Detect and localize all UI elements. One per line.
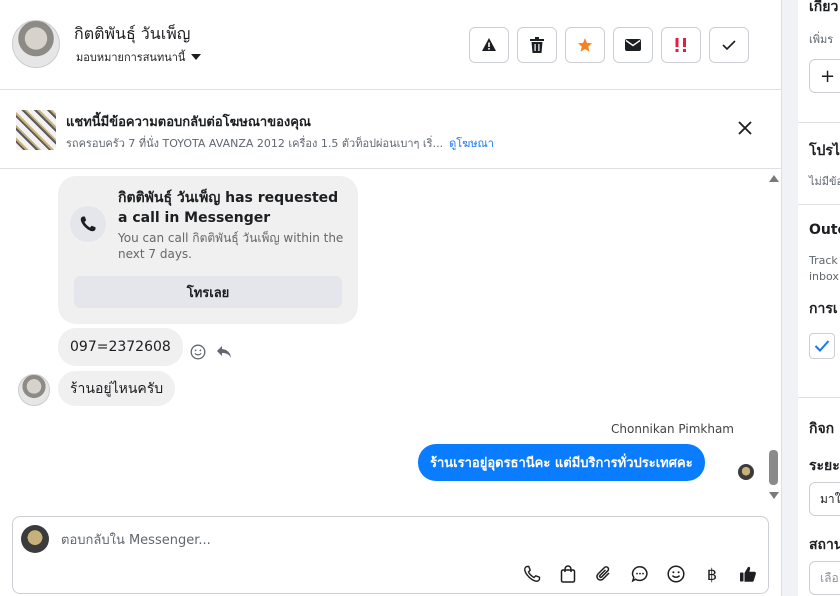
contact-avatar[interactable]	[12, 20, 60, 68]
sender-name: Chonnikan Pimkham	[611, 422, 734, 436]
profile-section-text: ไม่มีข้อ	[809, 175, 840, 188]
ad-description-text: รถครอบครัว 7 ที่นั่ง TOYOTA AVANZA 2012 …	[66, 137, 444, 150]
emoji-react-icon[interactable]	[190, 344, 206, 360]
profile-section-title: โปรไ	[809, 143, 840, 159]
star-icon	[578, 38, 592, 52]
view-ad-link[interactable]: ดูโฆษณา	[449, 137, 494, 150]
call-button[interactable]	[521, 563, 543, 585]
page-avatar	[738, 464, 754, 480]
conversation-pane: กิตติพันธุ์ วันเพ็ญ มอบหมายการสนทนานี้ แ…	[0, 0, 781, 596]
details-sidebar: เกี่ยว เพิ่มร + โปรไ ไม่มีข้อ Outc Track…	[798, 0, 840, 596]
emoji-icon	[667, 565, 685, 583]
section-divider	[798, 122, 840, 123]
contact-name[interactable]: กิตติพันธุ์ วันเพ็ญ	[74, 22, 190, 47]
page-avatar-composer	[21, 525, 49, 553]
call-request-title: กิตติพันธุ์ วันเพ็ญ has requested a call…	[118, 190, 339, 226]
message-actions	[190, 344, 232, 360]
shopping-bag-icon	[560, 565, 576, 583]
scroll-down-arrow-icon[interactable]	[769, 492, 779, 499]
check-icon	[814, 340, 830, 352]
conversation-header: กิตติพันธุ์ วันเพ็ญ มอบหมายการสนทนานี้	[0, 0, 781, 90]
flag-alert-button[interactable]	[469, 27, 509, 63]
attach-button[interactable]	[593, 563, 615, 585]
close-icon[interactable]	[735, 118, 755, 138]
outgoing-message[interactable]: ร้านเราอยู่อุดรธานีคะ แต่มีบริการทั่วประ…	[418, 444, 705, 481]
reply-icon[interactable]	[216, 345, 232, 359]
spam-button[interactable]	[661, 27, 701, 63]
spam-icon	[675, 38, 686, 52]
scrollbar-thumb[interactable]	[769, 450, 778, 485]
paperclip-icon	[596, 566, 610, 581]
outcome-checkbox[interactable]	[809, 333, 835, 359]
chat-bubble-icon	[631, 566, 648, 583]
section-divider	[798, 204, 840, 205]
envelope-icon	[625, 39, 641, 51]
section-divider	[798, 397, 840, 398]
call-request-card: กิตติพันธุ์ วันเพ็ญ has requested a call…	[58, 176, 358, 324]
inbox-window: กิตติพันธุ์ วันเพ็ญ มอบหมายการสนทนานี้ แ…	[0, 0, 840, 596]
incoming-message[interactable]: ร้านอยู่ไหนครับ	[58, 371, 176, 406]
scroll-up-arrow-icon[interactable]	[769, 175, 779, 182]
status-select[interactable]: เลือ	[809, 561, 840, 595]
mark-done-button[interactable]	[709, 27, 749, 63]
ad-context-title: แชทนี้มีข้อความตอบกลับต่อโฆษณาของคุณ	[66, 115, 311, 130]
pane-divider[interactable]	[781, 0, 798, 596]
warning-icon	[482, 38, 496, 51]
activity-section-title: กิจก	[809, 421, 835, 437]
star-button[interactable]	[565, 27, 605, 63]
check-icon	[722, 40, 736, 51]
outcome-section-text-2: inbox	[809, 270, 839, 283]
emoji-button[interactable]	[665, 563, 687, 585]
add-label-button[interactable]: +	[809, 59, 840, 93]
about-section-text: เพิ่มร	[809, 33, 834, 46]
contact-avatar-small[interactable]	[18, 374, 50, 406]
mark-unread-button[interactable]	[613, 27, 653, 63]
call-request-icon-wrap	[70, 206, 106, 242]
saved-replies-button[interactable]	[629, 563, 651, 585]
stage-label: ระยะ	[809, 458, 840, 474]
payment-button[interactable]: ฿	[701, 563, 723, 585]
call-request-subtitle: You can call กิตติพันธุ์ วันเพ็ญ within …	[118, 231, 344, 261]
reply-input[interactable]	[61, 529, 741, 551]
phone-icon	[524, 565, 541, 582]
outcome-section-text-1: Track	[809, 254, 838, 267]
reply-composer: ฿	[12, 516, 769, 594]
about-section-title: เกี่ยว	[809, 0, 839, 15]
baht-icon: ฿	[706, 564, 718, 584]
ad-context-bar: แชทนี้มีข้อความตอบกลับต่อโฆษณาของคุณ รถค…	[0, 91, 781, 169]
incoming-message[interactable]: 097=2372608	[58, 328, 183, 366]
like-button[interactable]	[737, 563, 759, 585]
phone-icon	[80, 216, 96, 232]
ad-context-description: รถครอบครัว 7 ที่นั่ง TOYOTA AVANZA 2012 …	[66, 134, 494, 152]
delete-button[interactable]	[517, 27, 557, 63]
composer-toolbar: ฿	[521, 563, 759, 585]
chevron-down-icon	[191, 54, 202, 60]
assign-label: มอบหมายการสนทนานี้	[76, 51, 186, 64]
status-label: สถาน	[809, 537, 840, 553]
shop-button[interactable]	[557, 563, 579, 585]
outcome-section-title: Outc	[809, 222, 840, 238]
thumbs-up-icon	[740, 566, 756, 582]
outcome-label: การเ	[809, 301, 838, 317]
ad-thumbnail[interactable]	[16, 110, 56, 150]
conversation-toolbar	[469, 27, 749, 63]
stage-select[interactable]: มาใ	[809, 482, 840, 516]
trash-icon	[530, 37, 544, 53]
assign-conversation-dropdown[interactable]: มอบหมายการสนทนานี้	[76, 48, 202, 66]
call-now-button[interactable]: โทรเลย	[74, 276, 342, 308]
